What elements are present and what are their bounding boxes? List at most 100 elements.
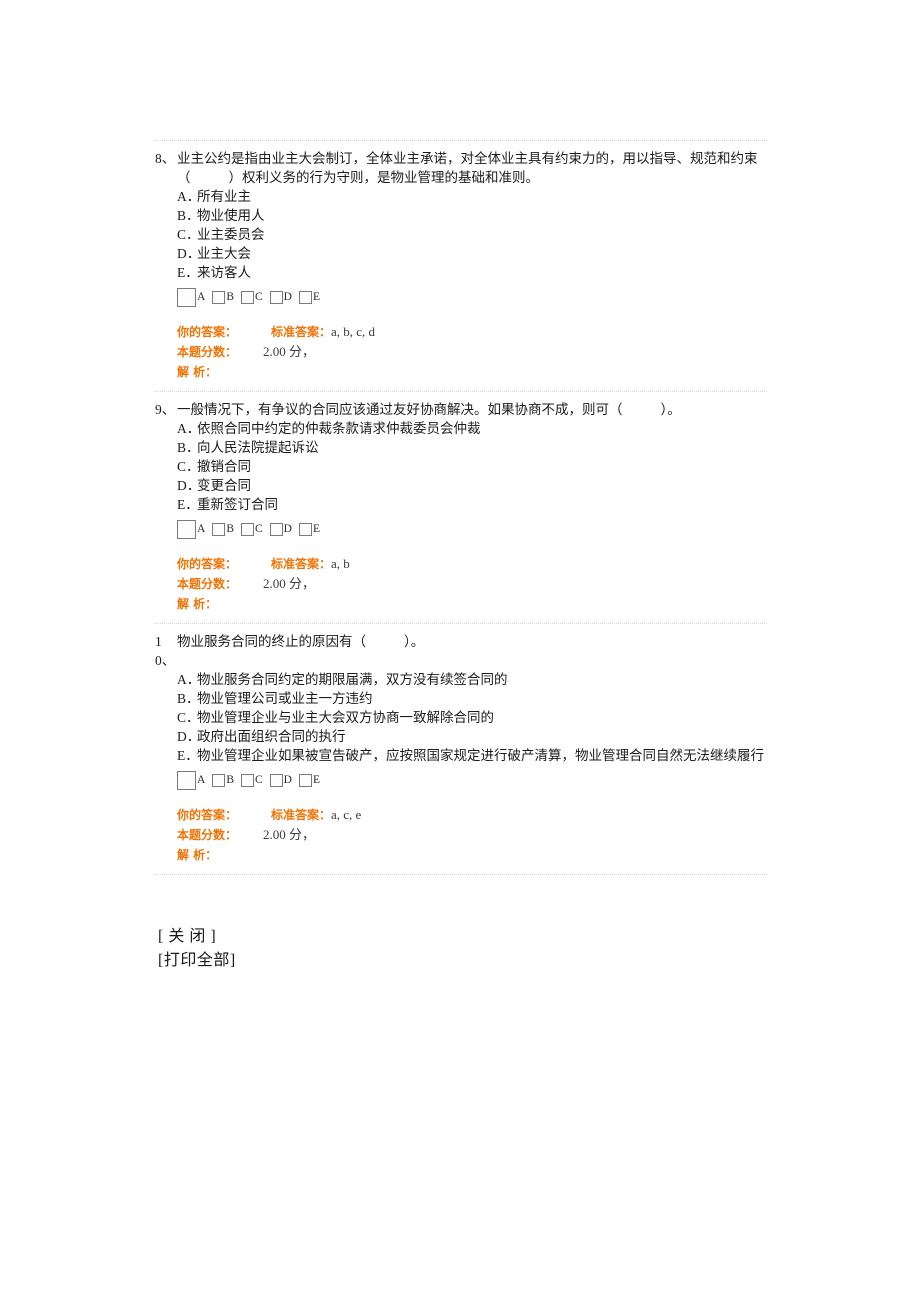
option-letter: D． [177,478,201,493]
your-answer-label: 你的答案： [177,808,238,822]
option-letter: C． [177,227,200,242]
print-all-link[interactable]: [打印全部] [158,949,236,973]
checkbox-group-e[interactable]: E [298,773,320,787]
checkbox-b[interactable] [212,290,226,304]
option-list: A． 依照合同中约定的仲裁条款请求仲裁委员会仲裁 B． 向人民法院提起诉讼 C．… [177,419,767,514]
checkbox-group-a[interactable]: A [177,519,206,539]
close-link[interactable]: [ 关 闭 ] [158,925,236,949]
checkbox-group-c[interactable]: C [240,773,263,787]
score-value: 2.00 分， [263,827,316,842]
checkbox-a[interactable] [177,770,196,790]
option-text: 业主委员会 [197,227,265,242]
answer-block: 你的答案： 标准答案：a, c, e 本题分数： 2.00 分， 解 析： [177,805,767,865]
checkbox-group-c[interactable]: C [240,290,263,304]
option-item[interactable]: B． 向人民法院提起诉讼 [177,438,767,457]
checkbox-d[interactable] [269,290,283,304]
option-item[interactable]: A． 物业服务合同约定的期限届满，双方没有续签合同的 [177,670,767,689]
checkbox-label-a: A [197,290,206,303]
checkbox-label-b: B [226,290,234,303]
answer-line-analysis: 解 析： [177,845,767,865]
checkbox-label-c: C [254,773,263,786]
option-item[interactable]: D． 政府出面组织合同的执行 [177,727,767,746]
answer-line-your-standard: 你的答案： 标准答案：a, c, e [177,805,767,825]
checkbox-row: A B C D E [177,518,767,540]
option-letter: C． [177,459,200,474]
checkbox-group-a[interactable]: A [177,770,205,790]
checkbox-label-c: C [254,522,263,535]
option-text: 政府出面组织合同的执行 [197,729,346,744]
option-letter: E． [177,265,199,280]
option-letter: A． [177,189,201,204]
checkbox-label-e: E [312,290,320,303]
option-text: 所有业主 [197,189,251,204]
question-block-9: 9、 一般情况下，有争议的合同应该通过友好协商解决。如果协商不成，则可（）。 A… [155,392,767,623]
checkbox-label-a: A [197,522,206,535]
checkbox-d[interactable] [269,773,283,787]
question-number: 9、 [155,402,176,417]
checkbox-b[interactable] [212,773,226,787]
option-item[interactable]: A． 所有业主 [177,187,767,206]
checkbox-group-b[interactable]: B [212,522,234,536]
option-text: 变更合同 [197,478,251,493]
score-label: 本题分数： [177,828,238,842]
option-letter: B． [177,440,200,455]
standard-answer-value: a, b, c, d [331,324,376,339]
option-text: 撤销合同 [197,459,251,474]
question-stem-text: 物业服务合同的终止的原因有（）。 [177,634,425,649]
checkbox-d[interactable] [269,522,283,536]
option-letter: D． [177,729,201,744]
option-text: 来访客人 [197,265,251,280]
answer-line-score: 本题分数： 2.00 分， [177,574,767,594]
checkbox-group-d[interactable]: D [269,773,292,787]
checkbox-group-d[interactable]: D [269,290,292,304]
option-item[interactable]: B． 物业管理公司或业主一方违约 [177,689,767,708]
option-item[interactable]: E． 物业管理企业如果被宣告破产，应按照国家规定进行破产清算，物业管理合同自然无… [177,746,767,765]
option-item[interactable]: C． 物业管理企业与业主大会双方协商一致解除合同的 [177,708,767,727]
checkbox-group-c[interactable]: C [240,522,263,536]
option-letter: A． [177,672,201,687]
question-stem: 10、 物业服务合同的终止的原因有（）。 [155,632,767,670]
option-item[interactable]: B． 物业使用人 [177,206,767,225]
option-item[interactable]: D． 业主大会 [177,244,767,263]
checkbox-label-d: D [283,522,292,535]
question-stem: 9、 一般情况下，有争议的合同应该通过友好协商解决。如果协商不成，则可（）。 [155,400,767,419]
checkbox-group-b[interactable]: B [212,290,234,304]
checkbox-a[interactable] [177,519,196,539]
checkbox-c[interactable] [240,773,254,787]
exam-review-page: 8、 业主公约是指由业主大会制订，全体业主承诺，对全体业主具有约束力的，用以指导… [0,0,920,1302]
option-text: 物业管理企业与业主大会双方协商一致解除合同的 [197,710,494,725]
checkbox-e[interactable] [298,773,312,787]
option-item[interactable]: E． 来访客人 [177,263,767,282]
option-letter: B． [177,208,200,223]
option-text: 物业服务合同约定的期限届满，双方没有续签合同的 [197,672,508,687]
checkbox-group-d[interactable]: D [269,522,292,536]
checkbox-group-e[interactable]: E [298,522,320,536]
checkbox-b[interactable] [212,522,226,536]
checkbox-c[interactable] [240,290,254,304]
option-text: 物业管理公司或业主一方违约 [197,691,373,706]
checkbox-e[interactable] [298,522,312,536]
option-text: 依照合同中约定的仲裁条款请求仲裁委员会仲裁 [197,421,481,436]
checkbox-a[interactable] [177,287,196,307]
analysis-label: 解 析： [177,365,218,379]
option-item[interactable]: E． 重新签订合同 [177,495,767,514]
checkbox-label-e: E [312,522,320,535]
checkbox-label-e: E [312,773,320,786]
option-letter: E． [177,497,199,512]
checkbox-row: A B C D E [177,286,767,308]
checkbox-group-e[interactable]: E [298,290,320,304]
option-item[interactable]: D． 变更合同 [177,476,767,495]
answer-line-analysis: 解 析： [177,362,767,382]
checkbox-group-a[interactable]: A [177,287,206,307]
score-value: 2.00 分， [263,344,316,359]
checkbox-group-b[interactable]: B [212,773,234,787]
checkbox-c[interactable] [240,522,254,536]
option-item[interactable]: A． 依照合同中约定的仲裁条款请求仲裁委员会仲裁 [177,419,767,438]
option-item[interactable]: C． 撤销合同 [177,457,767,476]
checkbox-e[interactable] [298,290,312,304]
answer-block: 你的答案： 标准答案：a, b 本题分数： 2.00 分， 解 析： [177,554,767,614]
score-label: 本题分数： [177,345,238,359]
option-item[interactable]: C． 业主委员会 [177,225,767,244]
question-stem: 8、 业主公约是指由业主大会制订，全体业主承诺，对全体业主具有约束力的，用以指导… [155,149,767,187]
question-block-10: 10、 物业服务合同的终止的原因有（）。 A． 物业服务合同约定的期限届满，双方… [155,624,767,874]
